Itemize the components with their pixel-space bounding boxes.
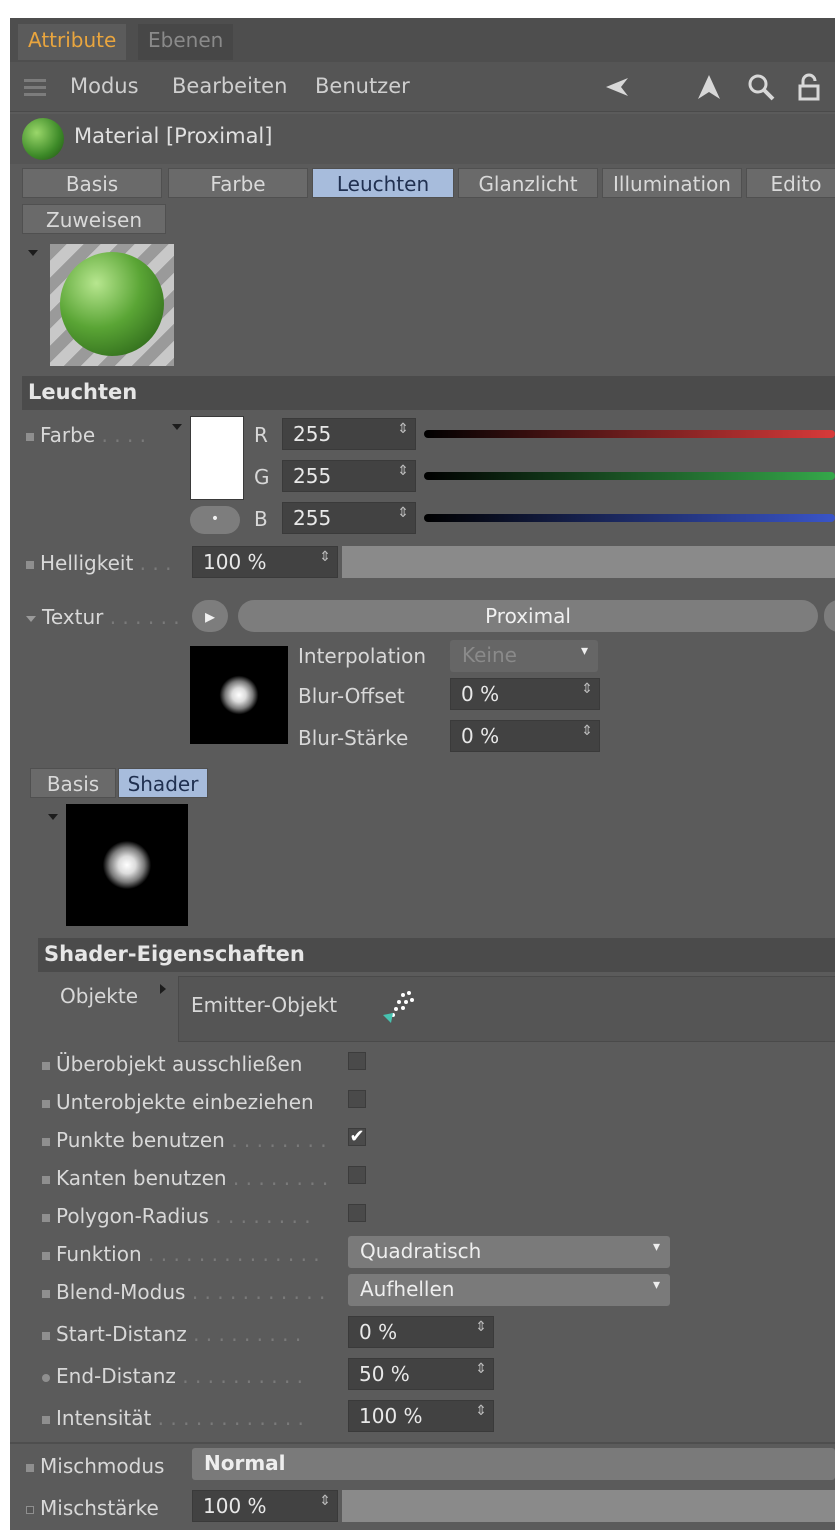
- r-slider[interactable]: [424, 430, 835, 438]
- tab-basis[interactable]: Basis: [22, 168, 162, 198]
- blend-modus-dropdown[interactable]: Aufhellen ▾: [348, 1274, 670, 1306]
- objekte-item-label[interactable]: Emitter-Objekt: [191, 993, 337, 1017]
- ueberobjekt-checkbox[interactable]: [348, 1052, 366, 1070]
- end-distanz-label: End-Distanz . . . . . . . . . .: [42, 1364, 303, 1388]
- kanten-label: Kanten benutzen . . . . . . . .: [42, 1166, 328, 1190]
- b-field[interactable]: 255 ⇕: [282, 502, 416, 534]
- helligkeit-label: Helligkeit . . .: [26, 551, 171, 575]
- preview-sphere: [60, 252, 164, 356]
- divider: [10, 1442, 835, 1444]
- up-arrow-icon[interactable]: [694, 72, 724, 102]
- b-label: B: [254, 507, 268, 531]
- end-distanz-field[interactable]: 50 % ⇕: [348, 1358, 494, 1390]
- b-slider[interactable]: [424, 514, 835, 522]
- section-leuchten: Leuchten: [22, 376, 835, 410]
- tab-ebenen[interactable]: Ebenen: [138, 24, 234, 60]
- textur-shader-button[interactable]: Proximal: [238, 600, 818, 632]
- farbe-label: Farbe . . . .: [26, 423, 146, 447]
- textur-extra-button[interactable]: [824, 600, 835, 632]
- collapse-triangle-icon[interactable]: [28, 250, 38, 256]
- funktion-dropdown[interactable]: Quadratisch ▾: [348, 1236, 670, 1268]
- shader-collapse-icon[interactable]: [48, 814, 58, 820]
- search-icon[interactable]: [746, 72, 776, 102]
- textur-label: Textur . . . . . .: [26, 605, 180, 629]
- interpolation-label: Interpolation: [298, 644, 426, 668]
- color-picker-button[interactable]: •: [190, 506, 240, 534]
- intensitaet-label: Intensität . . . . . . . . . . . .: [42, 1406, 304, 1430]
- tab-zuweisen[interactable]: Zuweisen: [22, 204, 166, 234]
- start-distanz-label: Start-Distanz . . . . . . . . .: [42, 1322, 301, 1346]
- tab-editor[interactable]: Edito: [746, 168, 835, 198]
- tab-leuchten[interactable]: Leuchten: [312, 168, 454, 198]
- color-swatch[interactable]: [190, 416, 244, 500]
- lock-icon[interactable]: [794, 72, 824, 102]
- mischstaerke-label: Mischstärke: [26, 1496, 159, 1520]
- back-arrow-icon[interactable]: [602, 72, 632, 102]
- kanten-checkbox[interactable]: [348, 1166, 366, 1184]
- tab-illumination[interactable]: Illumination: [602, 168, 742, 198]
- mischmodus-dropdown[interactable]: Normal: [192, 1448, 835, 1480]
- polygon-radius-checkbox[interactable]: [348, 1204, 366, 1222]
- helligkeit-slider[interactable]: [342, 546, 835, 578]
- object-title-bar: Material [Proximal]: [10, 114, 835, 164]
- polygon-radius-label: Polygon-Radius . . . . . . . .: [42, 1204, 311, 1228]
- interpolation-dropdown[interactable]: Keine ▾: [450, 640, 598, 672]
- subtab-basis[interactable]: Basis: [30, 768, 116, 798]
- blur-staerke-label: Blur-Stärke: [298, 726, 409, 750]
- blur-staerke-field[interactable]: 0 % ⇕: [450, 720, 600, 752]
- mischstaerke-slider[interactable]: [342, 1490, 835, 1522]
- material-preview-icon: [22, 118, 64, 160]
- g-slider[interactable]: [424, 472, 835, 480]
- mischmodus-label: Mischmodus: [26, 1454, 164, 1478]
- section-shader-eigenschaften: Shader-Eigenschaften: [38, 938, 835, 972]
- r-label: R: [254, 423, 268, 447]
- funktion-label: Funktion . . . . . . . . . . . . . .: [42, 1242, 320, 1266]
- unterobjekte-label: Unterobjekte einbeziehen: [42, 1090, 314, 1114]
- menu-benutzer[interactable]: Benutzer: [315, 74, 410, 98]
- subtab-shader[interactable]: Shader: [118, 768, 208, 798]
- attribute-manager-panel: Attribute Ebenen Modus Bearbeiten Benutz…: [10, 18, 835, 1530]
- helligkeit-field[interactable]: 100 % ⇕: [192, 546, 338, 578]
- blur-offset-label: Blur-Offset: [298, 684, 405, 708]
- ueberobjekt-label: Überobjekt ausschließen: [42, 1052, 302, 1076]
- blend-modus-label: Blend-Modus . . . . . . . . . . .: [42, 1280, 325, 1304]
- g-field[interactable]: 255 ⇕: [282, 460, 416, 492]
- blur-offset-field[interactable]: 0 % ⇕: [450, 678, 600, 710]
- textur-preview: [190, 646, 288, 744]
- tab-farbe[interactable]: Farbe: [168, 168, 308, 198]
- tab-attribute[interactable]: Attribute: [18, 24, 127, 60]
- unterobjekte-checkbox[interactable]: [348, 1090, 366, 1108]
- intensitaet-field[interactable]: 100 % ⇕: [348, 1400, 494, 1432]
- menu-grip-icon[interactable]: [24, 76, 46, 98]
- textur-menu-button[interactable]: ▸: [192, 600, 228, 632]
- punkte-label: Punkte benutzen . . . . . . . .: [42, 1128, 327, 1152]
- tab-glanzlicht[interactable]: Glanzlicht: [458, 168, 598, 198]
- objekte-expand-icon[interactable]: [160, 984, 166, 994]
- objekte-list[interactable]: Emitter-Objekt: [178, 976, 835, 1042]
- g-label: G: [254, 465, 270, 489]
- menu-modus[interactable]: Modus: [70, 74, 139, 98]
- start-distanz-field[interactable]: 0 % ⇕: [348, 1316, 494, 1348]
- menu-bearbeiten[interactable]: Bearbeiten: [172, 74, 287, 98]
- mischstaerke-field[interactable]: 100 % ⇕: [192, 1490, 338, 1522]
- material-preview[interactable]: [50, 244, 174, 366]
- r-field[interactable]: 255 ⇕: [282, 418, 416, 450]
- objekte-label: Objekte: [60, 984, 139, 1008]
- punkte-checkbox[interactable]: ✔: [348, 1128, 366, 1146]
- menu-bar: Modus Bearbeiten Benutzer: [10, 62, 835, 112]
- farbe-expand-icon[interactable]: [172, 424, 182, 430]
- material-title: Material [Proximal]: [74, 124, 273, 148]
- emitter-icon: [379, 985, 419, 1025]
- top-tab-bar: Attribute Ebenen: [10, 18, 835, 62]
- shader-preview: [66, 804, 188, 926]
